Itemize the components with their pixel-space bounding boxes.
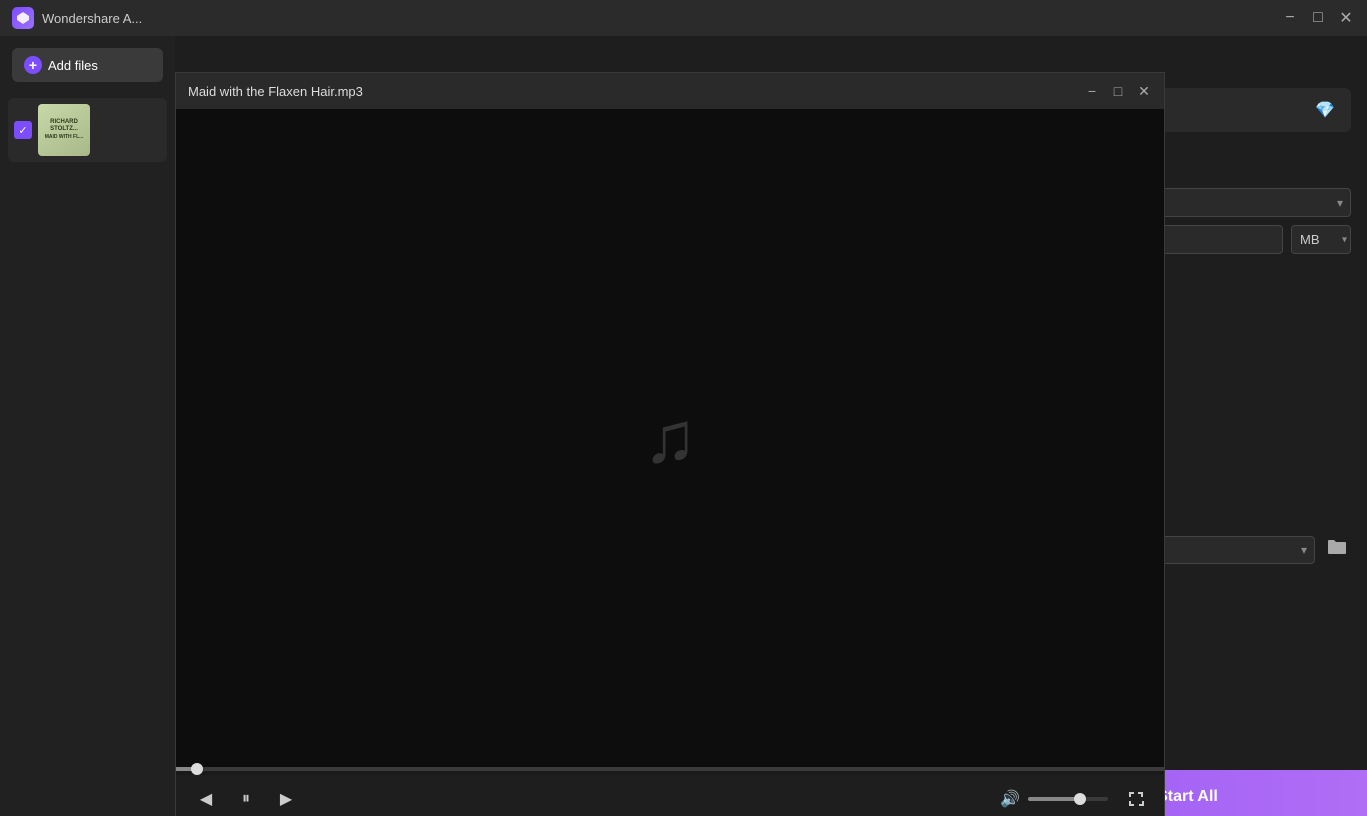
add-files-button[interactable]: + Add files (12, 48, 163, 82)
volume-fill (1028, 797, 1076, 801)
preview-video-area: ♫ (176, 109, 1164, 767)
seekbar-area (176, 767, 1164, 775)
file-checkbox[interactable] (14, 121, 32, 139)
prev-button[interactable]: ◀ (192, 785, 220, 813)
app-window-controls: − □ ✕ (1281, 9, 1355, 27)
unit-select[interactable]: MB KB GB (1291, 225, 1351, 254)
unit-wrapper: MB KB GB (1291, 225, 1351, 254)
preview-modal: Maid with the Flaxen Hair.mp3 − □ ✕ ♫ ◀ … (175, 72, 1165, 816)
add-files-label: Add files (48, 58, 98, 73)
preview-title: Maid with the Flaxen Hair.mp3 (188, 84, 1084, 99)
fullscreen-button[interactable] (1124, 787, 1148, 811)
folder-button[interactable] (1323, 534, 1351, 565)
file-list: RICHARDSTOLTZ...MAID WITH FL... (0, 94, 175, 804)
pause-button[interactable]: ⏸ (232, 785, 260, 813)
album-cover: RICHARDSTOLTZ...MAID WITH FL... (38, 104, 90, 156)
app-maximize-button[interactable]: □ (1309, 9, 1327, 27)
sidebar: + Add files RICHARDSTOLTZ...MAID WITH FL… (0, 36, 175, 816)
app-logo (12, 7, 34, 29)
volume-thumb[interactable] (1074, 793, 1086, 805)
seekbar-track[interactable] (176, 767, 1164, 771)
next-button[interactable]: ▶ (272, 785, 300, 813)
app-window: Wondershare A... − □ ✕ + Add files RICHA… (0, 0, 1367, 816)
app-minimize-button[interactable]: − (1281, 9, 1299, 27)
preview-maximize-button[interactable]: □ (1110, 83, 1126, 99)
file-thumbnail: RICHARDSTOLTZ...MAID WITH FL... (38, 104, 90, 156)
preview-window-controls: − □ ✕ (1084, 83, 1152, 99)
app-titlebar: Wondershare A... − □ ✕ (0, 0, 1367, 36)
volume-area: 🔊 (1000, 787, 1148, 811)
preview-close-button[interactable]: ✕ (1136, 83, 1152, 99)
music-placeholder-icon: ♫ (643, 397, 697, 479)
app-title: Wondershare A... (42, 11, 1281, 26)
volume-slider[interactable] (1028, 797, 1108, 801)
preview-titlebar: Maid with the Flaxen Hair.mp3 − □ ✕ (176, 73, 1164, 109)
volume-icon: 🔊 (1000, 789, 1020, 809)
transport-controls-bar: ◀ ⏸ ▶ 🔊 (176, 775, 1164, 816)
preview-minimize-button[interactable]: − (1084, 83, 1100, 99)
list-item[interactable]: RICHARDSTOLTZ...MAID WITH FL... (8, 98, 167, 162)
seekbar-thumb[interactable] (191, 763, 203, 775)
advanced-gem-icon: 💎 (1315, 100, 1335, 120)
album-cover-text: RICHARDSTOLTZ...MAID WITH FL... (43, 117, 86, 143)
add-files-plus-icon: + (24, 56, 42, 74)
app-close-button[interactable]: ✕ (1337, 9, 1355, 27)
app-content: + Add files RICHARDSTOLTZ...MAID WITH FL… (0, 36, 1367, 816)
